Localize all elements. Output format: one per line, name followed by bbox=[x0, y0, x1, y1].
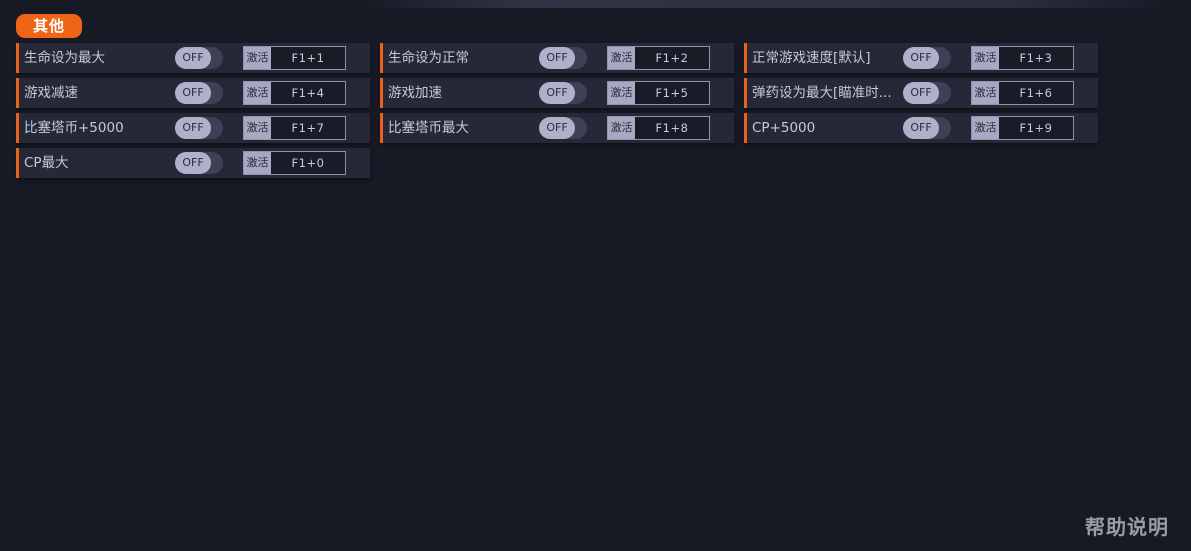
activate-label: 激活 bbox=[244, 152, 271, 174]
cheat-item: 正常游戏速度[默认] OFF 激活 F1+3 bbox=[744, 43, 1098, 73]
cheat-item: 生命设为最大 OFF 激活 F1+1 bbox=[16, 43, 370, 73]
cheat-label: 正常游戏速度[默认] bbox=[752, 50, 871, 66]
cheat-item: 比塞塔币+5000 OFF 激活 F1+7 bbox=[16, 113, 370, 143]
toggle-state: OFF bbox=[539, 47, 575, 69]
cheat-item: 游戏减速 OFF 激活 F1+4 bbox=[16, 78, 370, 108]
activate-label: 激活 bbox=[244, 82, 271, 104]
section-tab-other[interactable]: 其他 bbox=[16, 14, 82, 38]
toggle-state: OFF bbox=[903, 117, 939, 139]
toggle-state: OFF bbox=[539, 117, 575, 139]
hotkey-value: F1+5 bbox=[635, 82, 709, 104]
cheat-toggle[interactable]: OFF bbox=[903, 47, 951, 69]
toggle-state: OFF bbox=[903, 82, 939, 104]
activate-label: 激活 bbox=[244, 117, 271, 139]
cheat-toggle[interactable]: OFF bbox=[539, 117, 587, 139]
cheat-row: 游戏减速 OFF 激活 F1+4 游戏加速 OFF 激活 F1+5 弹药设为最大… bbox=[16, 78, 1101, 108]
cheat-label: 游戏减速 bbox=[24, 85, 78, 101]
activate-label: 激活 bbox=[608, 117, 635, 139]
toggle-state: OFF bbox=[539, 82, 575, 104]
cheat-item: CP+5000 OFF 激活 F1+9 bbox=[744, 113, 1098, 143]
cheat-label: 生命设为正常 bbox=[388, 50, 469, 66]
help-link[interactable]: 帮助说明 bbox=[1085, 511, 1169, 540]
hotkey-value: F1+4 bbox=[271, 82, 345, 104]
cheat-toggle[interactable]: OFF bbox=[539, 47, 587, 69]
activate-label: 激活 bbox=[244, 47, 271, 69]
hotkey-value: F1+9 bbox=[999, 117, 1073, 139]
hotkey-value: F1+0 bbox=[271, 152, 345, 174]
hotkey-value: F1+6 bbox=[999, 82, 1073, 104]
hotkey-value: F1+7 bbox=[271, 117, 345, 139]
cheat-toggle[interactable]: OFF bbox=[175, 82, 223, 104]
activate-label: 激活 bbox=[608, 82, 635, 104]
hotkey-field[interactable]: 激活 F1+6 bbox=[971, 81, 1074, 105]
cheat-toggle[interactable]: OFF bbox=[175, 152, 223, 174]
hotkey-field[interactable]: 激活 F1+8 bbox=[607, 116, 710, 140]
cheat-label: CP最大 bbox=[24, 155, 69, 171]
cheat-row: CP最大 OFF 激活 F1+0 bbox=[16, 148, 1101, 178]
activate-label: 激活 bbox=[972, 117, 999, 139]
hotkey-field[interactable]: 激活 F1+7 bbox=[243, 116, 346, 140]
activate-label: 激活 bbox=[972, 82, 999, 104]
hotkey-field[interactable]: 激活 F1+4 bbox=[243, 81, 346, 105]
hotkey-field[interactable]: 激活 F1+0 bbox=[243, 151, 346, 175]
toggle-state: OFF bbox=[175, 82, 211, 104]
cheat-item: CP最大 OFF 激活 F1+0 bbox=[16, 148, 370, 178]
cheat-grid: 生命设为最大 OFF 激活 F1+1 生命设为正常 OFF 激活 F1+2 正常… bbox=[16, 43, 1101, 183]
toggle-state: OFF bbox=[903, 47, 939, 69]
cheat-toggle[interactable]: OFF bbox=[175, 47, 223, 69]
cheat-item: 比塞塔币最大 OFF 激活 F1+8 bbox=[380, 113, 734, 143]
toggle-state: OFF bbox=[175, 117, 211, 139]
cheat-label: 弹药设为最大[瞄准时... bbox=[752, 85, 892, 101]
cheat-toggle[interactable]: OFF bbox=[175, 117, 223, 139]
hotkey-field[interactable]: 激活 F1+1 bbox=[243, 46, 346, 70]
cheat-label: 比塞塔币最大 bbox=[388, 120, 469, 136]
hotkey-field[interactable]: 激活 F1+5 bbox=[607, 81, 710, 105]
cheat-toggle[interactable]: OFF bbox=[539, 82, 587, 104]
cheat-label: 游戏加速 bbox=[388, 85, 442, 101]
cheat-toggle[interactable]: OFF bbox=[903, 82, 951, 104]
background-banner bbox=[360, 0, 1170, 8]
cheat-row: 生命设为最大 OFF 激活 F1+1 生命设为正常 OFF 激活 F1+2 正常… bbox=[16, 43, 1101, 73]
activate-label: 激活 bbox=[608, 47, 635, 69]
cheat-label: CP+5000 bbox=[752, 120, 816, 136]
hotkey-field[interactable]: 激活 F1+3 bbox=[971, 46, 1074, 70]
cheat-item: 弹药设为最大[瞄准时... OFF 激活 F1+6 bbox=[744, 78, 1098, 108]
cheat-label: 生命设为最大 bbox=[24, 50, 105, 66]
cheat-item: 生命设为正常 OFF 激活 F1+2 bbox=[380, 43, 734, 73]
hotkey-value: F1+3 bbox=[999, 47, 1073, 69]
hotkey-value: F1+1 bbox=[271, 47, 345, 69]
hotkey-field[interactable]: 激活 F1+2 bbox=[607, 46, 710, 70]
toggle-state: OFF bbox=[175, 47, 211, 69]
cheat-row: 比塞塔币+5000 OFF 激活 F1+7 比塞塔币最大 OFF 激活 F1+8… bbox=[16, 113, 1101, 143]
cheat-item: 游戏加速 OFF 激活 F1+5 bbox=[380, 78, 734, 108]
toggle-state: OFF bbox=[175, 152, 211, 174]
cheat-label: 比塞塔币+5000 bbox=[24, 120, 124, 136]
hotkey-value: F1+2 bbox=[635, 47, 709, 69]
cheat-toggle[interactable]: OFF bbox=[903, 117, 951, 139]
activate-label: 激活 bbox=[972, 47, 999, 69]
hotkey-field[interactable]: 激活 F1+9 bbox=[971, 116, 1074, 140]
hotkey-value: F1+8 bbox=[635, 117, 709, 139]
